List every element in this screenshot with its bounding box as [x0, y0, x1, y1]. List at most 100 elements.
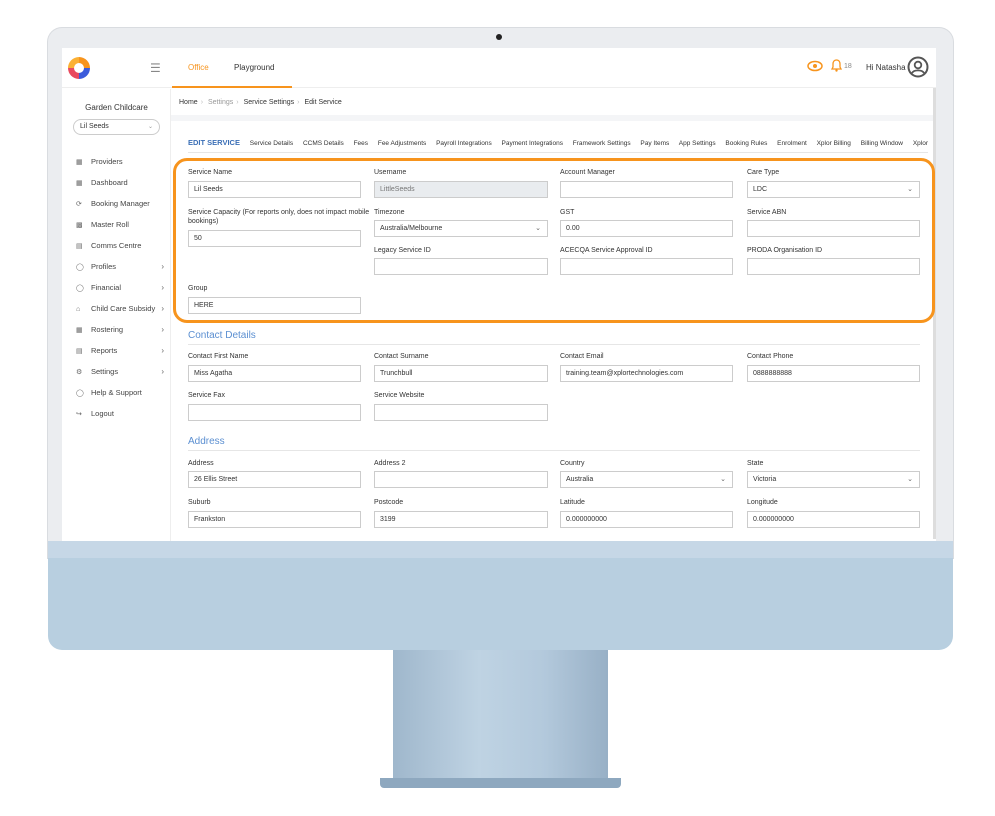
country-label: Country — [560, 460, 585, 467]
tab-framework-settings[interactable]: Framework Settings — [573, 140, 631, 147]
report-icon: ▤ — [76, 348, 83, 355]
contact-phone-label: Contact Phone — [747, 353, 794, 360]
monitor-stand — [393, 650, 608, 780]
chevron-right-icon: › — [161, 283, 164, 292]
tab-payment-integrations[interactable]: Payment Integrations — [502, 140, 563, 147]
top-bar: ☰ Office Playground 18 Hi Natasha — [62, 48, 936, 88]
service-fax-label: Service Fax — [188, 392, 225, 399]
sidebar: Garden Childcare Lil Seeds ⌄ ▦ Providers … — [62, 89, 171, 541]
chevron-right-icon: › — [161, 262, 164, 271]
dollar-icon: ◯ — [76, 285, 84, 292]
address-input[interactable]: 26 Ellis Street — [188, 471, 361, 488]
service-select[interactable]: Lil Seeds ⌄ — [73, 119, 160, 135]
address-heading: Address — [188, 436, 225, 447]
chevron-down-icon: ⌄ — [147, 124, 153, 130]
sidebar-item-settings[interactable]: ⚙ Settings › — [76, 367, 164, 381]
logout-icon: ↪ — [76, 411, 82, 418]
sidebar-item-profiles[interactable]: ◯ Profiles › — [76, 262, 164, 276]
menu-icon[interactable]: ☰ — [150, 61, 161, 75]
breadcrumb-service-settings[interactable]: Service Settings — [244, 99, 295, 106]
breadcrumb-edit-service: Edit Service — [304, 99, 342, 106]
tab-service-details[interactable]: Service Details — [250, 140, 293, 147]
gear-icon: ⚙ — [76, 369, 83, 376]
service-fax-input[interactable] — [188, 404, 361, 421]
monitor-stand-base — [380, 778, 621, 788]
sidebar-item-help[interactable]: ◯ Help & Support — [76, 388, 164, 402]
grid-icon: ▦ — [76, 180, 83, 187]
tab-ccms-details[interactable]: CCMS Details — [303, 140, 344, 147]
tab-xplor[interactable]: Xplor — [913, 140, 928, 147]
app-logo[interactable] — [68, 57, 90, 79]
latitude-input[interactable]: 0.000000000 — [560, 511, 733, 528]
roll-icon: ▩ — [76, 222, 83, 229]
tab-enrolment[interactable]: Enrolment — [777, 140, 807, 147]
notification-count: 18 — [844, 63, 852, 70]
sidebar-item-booking-manager[interactable]: ⟳ Booking Manager — [76, 199, 164, 213]
chevron-right-icon: › — [161, 367, 164, 376]
tab-app-settings[interactable]: App Settings — [679, 140, 716, 147]
sidebar-item-child-care-subsidy[interactable]: ⌂ Child Care Subsidy › — [76, 304, 164, 318]
state-select[interactable]: Victoria ⌄ — [747, 471, 920, 488]
tab-fees[interactable]: Fees — [354, 140, 368, 147]
contact-first-name-input[interactable]: Miss Agatha — [188, 365, 361, 382]
service-select-value: Lil Seeds — [80, 123, 109, 130]
user-greeting[interactable]: Hi Natasha — [866, 63, 906, 72]
breadcrumb-divider — [171, 115, 936, 121]
eye-icon[interactable] — [807, 60, 823, 72]
sidebar-item-master-roll[interactable]: ▩ Master Roll — [76, 220, 164, 234]
tab-edit-service[interactable]: EDIT SERVICE — [188, 138, 240, 147]
tab-booking-rules[interactable]: Booking Rules — [725, 140, 767, 147]
address-label: Address — [188, 460, 214, 467]
address-divider — [188, 450, 920, 451]
contact-surname-input[interactable]: Trunchbull — [374, 365, 548, 382]
monitor-chin-top — [48, 541, 953, 558]
avatar[interactable] — [907, 56, 929, 78]
breadcrumb-settings[interactable]: Settings — [208, 99, 233, 106]
tab-fee-adjustments[interactable]: Fee Adjustments — [378, 140, 426, 147]
postcode-label: Postcode — [374, 499, 404, 506]
contact-email-input[interactable]: training.team@xplortechnologies.com — [560, 365, 733, 382]
sidebar-item-reports[interactable]: ▤ Reports › — [76, 346, 164, 360]
chat-icon: ▤ — [76, 243, 83, 250]
contact-surname-label: Contact Surname — [374, 353, 429, 360]
tab-payroll-integrations[interactable]: Payroll Integrations — [436, 140, 492, 147]
settings-tabs: EDIT SERVICE Service Details CCMS Detail… — [188, 138, 936, 147]
address2-input[interactable] — [374, 471, 548, 488]
active-tab-indicator — [172, 86, 292, 88]
longitude-label: Longitude — [747, 499, 778, 506]
sidebar-item-financial[interactable]: ◯ Financial › — [76, 283, 164, 297]
breadcrumb-home[interactable]: Home — [179, 99, 198, 106]
highlight-annotation — [173, 158, 935, 323]
refresh-icon: ⟳ — [76, 201, 82, 208]
chevron-right-icon: › — [161, 325, 164, 334]
state-value: Victoria — [753, 476, 777, 483]
tab-billing-window[interactable]: Billing Window — [861, 140, 903, 147]
service-website-input[interactable] — [374, 404, 548, 421]
org-name: Garden Childcare — [85, 103, 148, 112]
suburb-input[interactable]: Frankston — [188, 511, 361, 528]
tab-xplor-billing[interactable]: Xplor Billing — [817, 140, 851, 147]
camera-icon — [496, 34, 502, 40]
sidebar-item-logout[interactable]: ↪ Logout — [76, 409, 164, 423]
sidebar-item-providers[interactable]: ▦ Providers — [76, 157, 164, 171]
service-website-label: Service Website — [374, 392, 425, 399]
tab-office[interactable]: Office — [188, 63, 209, 72]
sidebar-item-comms-centre[interactable]: ▤ Comms Centre — [76, 241, 164, 255]
country-select[interactable]: Australia ⌄ — [560, 471, 733, 488]
suburb-label: Suburb — [188, 499, 211, 506]
profile-icon: ◯ — [76, 264, 84, 271]
tab-pay-items[interactable]: Pay Items — [640, 140, 669, 147]
bell-icon[interactable] — [831, 59, 842, 72]
contact-email-label: Contact Email — [560, 353, 604, 360]
help-icon: ◯ — [76, 390, 84, 397]
contact-first-name-label: Contact First Name — [188, 353, 249, 360]
longitude-input[interactable]: 0.000000000 — [747, 511, 920, 528]
monitor-chin — [48, 558, 953, 650]
sidebar-item-dashboard[interactable]: ▦ Dashboard — [76, 178, 164, 192]
tab-playground[interactable]: Playground — [234, 63, 274, 72]
chevron-right-icon: › — [161, 346, 164, 355]
postcode-input[interactable]: 3199 — [374, 511, 548, 528]
contact-phone-input[interactable]: 0888888888 — [747, 365, 920, 382]
tabs-divider — [188, 152, 928, 153]
sidebar-item-rostering[interactable]: ▦ Rostering › — [76, 325, 164, 339]
